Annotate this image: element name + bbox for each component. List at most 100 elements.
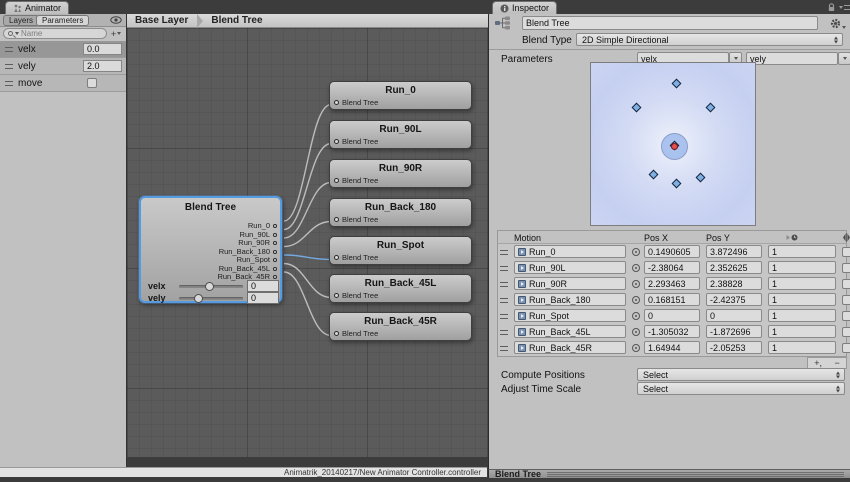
object-picker-icon[interactable] [632,344,640,352]
speed-field[interactable]: 1 [768,245,836,258]
breadcrumb-base-layer[interactable]: Base Layer [135,15,188,26]
motion-object-field[interactable]: Run_Back_45R [514,341,626,354]
drag-handle-icon[interactable] [500,250,508,255]
pos-x-field[interactable]: 1.64944 [644,341,700,354]
blend-sample-diamond[interactable] [672,178,682,188]
blend-sample-diamond[interactable] [671,79,681,89]
blend-tree-node[interactable]: Blend Tree Run_0Run_90LRun_90RRun_Back_1… [139,196,282,303]
tab-animator[interactable]: Animator [5,1,69,14]
slider-value-field[interactable]: 0 [247,292,279,304]
slider-value-field[interactable]: 0 [247,280,279,292]
pos-y-field[interactable]: -2.42375 [706,293,762,306]
context-menu-icon[interactable] [839,5,850,10]
gear-icon[interactable] [830,18,846,29]
output-port-icon[interactable] [273,224,277,228]
parameter-value-field[interactable]: 2.0 [83,60,122,72]
output-port-icon[interactable] [273,267,277,271]
motion-node[interactable]: Run_0Blend Tree [329,81,472,110]
motion-node[interactable]: Run_Back_180Blend Tree [329,198,472,227]
object-picker-icon[interactable] [632,264,640,272]
motion-object-field[interactable]: Run_Back_45L [514,325,626,338]
tab-parameters[interactable]: Parameters [36,15,89,26]
input-port-icon[interactable] [334,293,339,298]
object-picker-icon[interactable] [632,296,640,304]
output-port-icon[interactable] [273,258,277,262]
motion-node[interactable]: Run_90RBlend Tree [329,159,472,188]
breadcrumb-blend-tree[interactable]: Blend Tree [211,15,262,26]
pos-y-field[interactable]: 2.352625 [706,261,762,274]
drag-handle-icon[interactable] [5,64,13,69]
mirror-checkbox[interactable] [842,279,850,289]
speed-field[interactable]: 1 [768,325,836,338]
motion-node[interactable]: Run_Back_45RBlend Tree [329,312,472,341]
pos-y-field[interactable]: 2.38828 [706,277,762,290]
lock-icon[interactable] [827,3,836,12]
tab-inspector[interactable]: Inspector [492,1,557,14]
motion-object-field[interactable]: Run_Spot [514,309,626,322]
pos-x-field[interactable]: -1.305032 [644,325,700,338]
add-parameter-button[interactable]: + [109,28,123,39]
motion-object-field[interactable]: Run_0 [514,245,626,258]
parameter-checkbox[interactable] [87,78,97,88]
input-port-icon[interactable] [334,255,339,260]
speed-field[interactable]: 1 [768,261,836,274]
blend-sample-diamond[interactable] [695,172,705,182]
speed-field[interactable]: 1 [768,309,836,322]
slider-track[interactable] [179,297,243,300]
motion-object-field[interactable]: Run_Back_180 [514,293,626,306]
pos-x-field[interactable]: 2.293463 [644,277,700,290]
output-port-icon[interactable] [273,241,277,245]
object-picker-icon[interactable] [632,312,640,320]
add-motion-button[interactable]: +, [814,358,822,368]
input-port-icon[interactable] [334,331,339,336]
drag-handle-icon[interactable] [500,346,508,351]
mirror-checkbox[interactable] [842,295,850,305]
preview-pane-header[interactable]: Blend Tree [488,469,850,478]
object-picker-icon[interactable] [632,248,640,256]
output-port-icon[interactable] [273,233,277,237]
blend-space-diagram[interactable] [590,62,756,226]
mirror-checkbox[interactable] [842,343,850,353]
mirror-checkbox[interactable] [842,263,850,273]
pos-y-field[interactable]: 3.872496 [706,245,762,258]
eye-icon[interactable] [110,16,122,24]
blend-type-dropdown[interactable]: 2D Simple Directional [576,33,843,46]
output-port-icon[interactable] [273,275,277,279]
object-picker-icon[interactable] [632,280,640,288]
motion-node[interactable]: Run_Back_45LBlend Tree [329,274,472,303]
drag-handle-icon[interactable] [500,266,508,271]
motion-node[interactable]: Run_SpotBlend Tree [329,236,472,265]
speed-field[interactable]: 1 [768,293,836,306]
drag-handle-icon[interactable] [500,282,508,287]
blend-tree-graph-canvas[interactable]: Blend Tree Run_0Run_90LRun_90RRun_Back_1… [127,28,488,457]
remove-motion-button[interactable]: − [834,358,839,368]
blend-tree-name-field[interactable]: Blend Tree [522,16,818,30]
compute-positions-dropdown[interactable]: Select [637,368,845,381]
object-picker-icon[interactable] [632,328,640,336]
drag-handle-icon[interactable] [500,298,508,303]
pos-x-field[interactable]: 0.1490605 [644,245,700,258]
speed-field[interactable]: 1 [768,277,836,290]
param-y-dropdown-button[interactable] [838,52,850,65]
slider-track[interactable] [179,285,243,288]
input-port-icon[interactable] [334,139,339,144]
pos-y-field[interactable]: -2.05253 [706,341,762,354]
drag-handle-icon[interactable] [500,314,508,319]
parameter-value-field[interactable]: 0.0 [83,43,122,55]
current-position-dot[interactable] [671,143,678,150]
motion-object-field[interactable]: Run_90R [514,277,626,290]
slider-thumb[interactable] [194,294,203,303]
mirror-checkbox[interactable] [842,327,850,337]
mirror-checkbox[interactable] [842,247,850,257]
drag-handle-icon[interactable] [5,47,13,52]
motion-object-field[interactable]: Run_90L [514,261,626,274]
output-port-icon[interactable] [273,250,277,254]
parameter-row[interactable]: velx0.0 [0,41,126,58]
param-y-dropdown[interactable]: vely [746,52,838,65]
search-input[interactable]: Name [3,28,107,39]
blend-sample-diamond[interactable] [631,103,641,113]
pos-x-field[interactable]: 0.168151 [644,293,700,306]
pos-x-field[interactable]: -2.38064 [644,261,700,274]
parameter-row[interactable]: move [0,75,126,92]
drag-handle-icon[interactable] [500,330,508,335]
